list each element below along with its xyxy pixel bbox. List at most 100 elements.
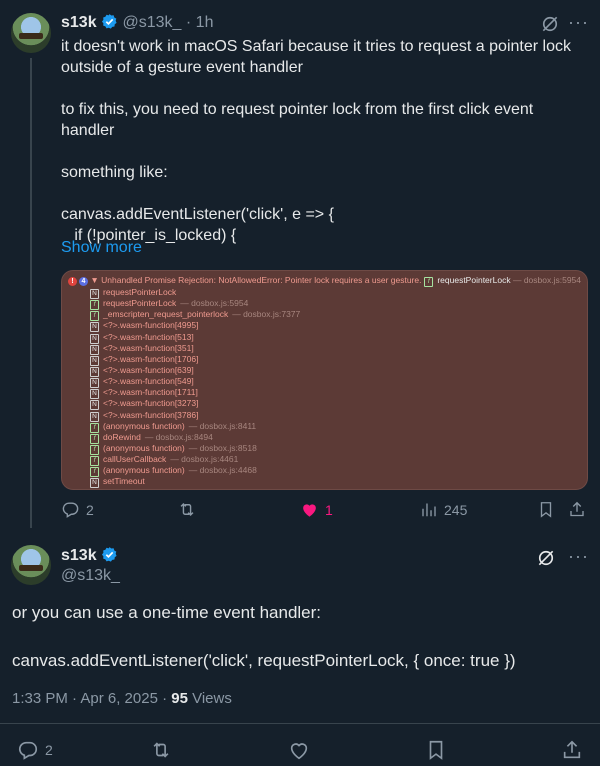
frame-location: — dosbox.js:8518 xyxy=(188,442,257,453)
bookmark-button[interactable] xyxy=(537,500,555,519)
grok-icon[interactable] xyxy=(536,548,556,573)
frame-function: <?>.wasm-function[513] xyxy=(103,331,194,342)
avatar[interactable] xyxy=(11,13,51,53)
stack-frame: N <?>.wasm-function[1711] xyxy=(90,387,300,400)
stack-frame: N <?>.wasm-function[3786] xyxy=(90,409,300,422)
avatar[interactable] xyxy=(11,545,51,585)
views-icon xyxy=(420,500,438,519)
retweet-button[interactable] xyxy=(176,500,198,519)
frame-function: <?>.wasm-function[1711] xyxy=(103,387,198,398)
stack-frame: NrequestPointerLock xyxy=(90,287,300,299)
frame-function: <?>.wasm-function[3273] xyxy=(103,398,199,409)
author-handle[interactable]: @s13k_ xyxy=(61,567,120,585)
like-icon xyxy=(300,500,319,519)
native-icon: N xyxy=(90,322,99,333)
stack-frame: N <?>.wasm-function[3273] xyxy=(90,398,300,411)
like-button[interactable]: 1 xyxy=(300,500,333,519)
share-icon xyxy=(568,500,586,519)
retweet-icon xyxy=(149,739,173,761)
like-button[interactable] xyxy=(288,739,310,761)
frame-location: — dosbox.js:8494 xyxy=(144,431,213,442)
stack-frame: f (anonymous function) — dosbox.js:8518 xyxy=(90,442,300,455)
like-icon xyxy=(288,739,310,761)
tweet-header: s13k xyxy=(61,546,118,568)
stack-frame: f (anonymous function) — dosbox.js:8411 xyxy=(90,420,300,433)
native-icon: N xyxy=(90,400,99,411)
retweet-button[interactable] xyxy=(149,739,173,761)
stack-frame: f callUserCallback — dosbox.js:4461 xyxy=(90,454,300,467)
error-icon: ! xyxy=(68,277,77,286)
thread-line xyxy=(30,58,32,528)
share-button[interactable] xyxy=(568,500,586,519)
frame-function: callUserCallback xyxy=(103,454,167,465)
author-name[interactable]: s13k xyxy=(61,14,97,31)
stack-frame: f doRewind — dosbox.js:8494 xyxy=(90,431,300,444)
bookmark-button[interactable] xyxy=(425,739,447,761)
more-icon[interactable]: ··· xyxy=(568,12,589,33)
reply-count: 2 xyxy=(45,742,53,758)
stack-trace: NrequestPointerLock f requestPointerLock — … xyxy=(90,287,301,489)
stack-frame: N <?>.wasm-function[1706] xyxy=(90,354,300,366)
reply-button[interactable]: 2 xyxy=(17,739,53,761)
frame-function: (anonymous function) xyxy=(103,420,185,431)
function-icon: f xyxy=(424,277,434,287)
divider xyxy=(0,723,600,724)
more-icon[interactable]: ··· xyxy=(568,546,589,567)
bookmark-icon xyxy=(537,500,555,519)
views-button[interactable]: 245 xyxy=(420,500,467,519)
frame-location: — dosbox.js:7377 xyxy=(232,309,301,320)
frame-location: — dosbox.js:4461 xyxy=(170,454,239,465)
share-button[interactable] xyxy=(561,739,583,761)
stack-frame: N <?>.wasm-function[351] xyxy=(90,342,300,355)
tweet-body: it doesn't work in macOS Safari because … xyxy=(61,38,571,244)
tweet-timestamp[interactable]: 1:33 PM · Apr 6, 2025 · xyxy=(12,690,171,707)
views-label: Views xyxy=(187,690,232,707)
tweet-time[interactable]: · 1h xyxy=(186,14,214,31)
reply-button[interactable]: 2 xyxy=(61,500,94,519)
frame-function: _emscripten_request_pointerlock xyxy=(103,309,229,320)
stack-frame: N <?>.wasm-function[513] xyxy=(90,331,300,344)
frame-function: (anonymous function) xyxy=(103,442,185,453)
native-icon: N xyxy=(90,478,99,489)
frame-function: (anonymous function) xyxy=(103,465,185,476)
error-origin-loc: — dosbox.js:5954 xyxy=(512,275,581,285)
stack-frame: f (anonymous function) — dosbox.js:4468 xyxy=(90,465,300,478)
reply-count: 2 xyxy=(86,501,94,518)
frame-function: <?>.wasm-function[549] xyxy=(103,376,194,387)
frame-function: <?>.wasm-function[639] xyxy=(103,364,194,375)
bookmark-icon xyxy=(425,739,447,761)
views-count: 95 xyxy=(171,690,188,707)
stack-frame: f _emscripten_request_pointerlock — dosbox… xyxy=(90,309,301,322)
frame-function: requestPointerLock xyxy=(103,298,177,309)
author-name[interactable]: s13k xyxy=(61,547,97,564)
tweet-meta: 1:33 PM · Apr 6, 2025 · 95 Views xyxy=(12,690,232,707)
tweet-body: or you can use a one-time event handler:… xyxy=(12,603,516,670)
frame-function: <?>.wasm-function[351] xyxy=(103,342,194,353)
frame-location: — dosbox.js:4468 xyxy=(188,465,257,476)
error-message: ▼ Unhandled Promise Rejection: NotAllowe… xyxy=(90,275,422,285)
stack-frame: N <?>.wasm-function[4995] xyxy=(90,320,300,333)
stack-frame: N <?>.wasm-function[549] xyxy=(90,376,300,389)
reply-icon xyxy=(61,500,80,519)
tweet-header: s13k @s13k_ · 1h xyxy=(61,13,213,35)
stack-frame: NsetTimeout xyxy=(90,476,300,489)
error-origin-fn: requestPointerLock xyxy=(437,275,511,285)
reply-icon xyxy=(17,739,39,761)
frame-function: setTimeout xyxy=(103,476,145,487)
repeat-count-badge: 4 xyxy=(79,277,88,286)
like-count: 1 xyxy=(325,501,333,518)
verified-icon xyxy=(101,13,118,35)
frame-function: <?>.wasm-function[3786] xyxy=(103,409,199,420)
verified-icon xyxy=(101,546,118,568)
stack-frame: N <?>.wasm-function[639] xyxy=(90,364,300,377)
frame-function: doRewind xyxy=(103,431,141,442)
frame-location: — dosbox.js:5954 xyxy=(180,298,249,309)
views-count: 245 xyxy=(444,501,468,518)
frame-function: <?>.wasm-function[4995] xyxy=(103,320,199,331)
author-handle[interactable]: @s13k_ xyxy=(123,14,182,31)
console-screenshot: ! 4 ▼ Unhandled Promise Rejection: NotAll… xyxy=(61,270,588,490)
stack-frame: f requestPointerLock — dosbox.js:5954 xyxy=(90,298,300,311)
show-more-link[interactable]: Show more xyxy=(61,239,142,257)
share-icon xyxy=(561,739,583,761)
console-error-header: ! 4 ▼ Unhandled Promise Rejection: NotAll… xyxy=(68,275,581,287)
